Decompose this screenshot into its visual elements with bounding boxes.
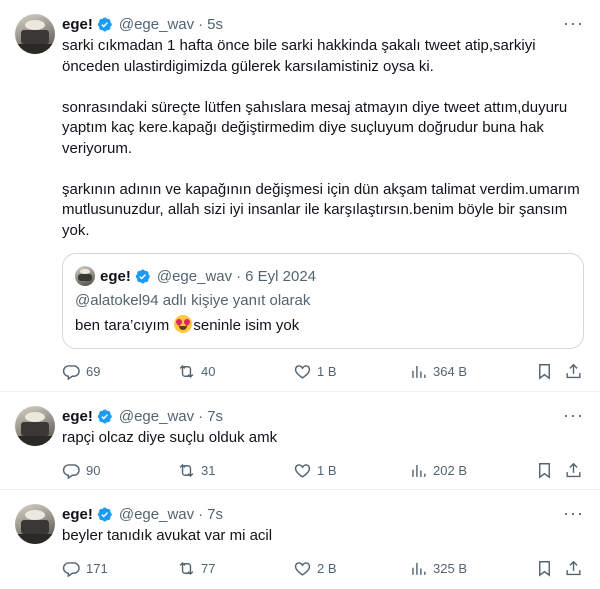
views-count: 364 B [433, 363, 467, 379]
more-icon[interactable]: ··· [563, 406, 584, 424]
quote-date: 6 Eyl 2024 [245, 267, 317, 285]
retweet-icon [179, 561, 194, 576]
verified-badge-icon [97, 507, 112, 521]
bookmark-icon [538, 363, 550, 380]
share-icon [566, 462, 581, 478]
bookmark-button[interactable] [535, 559, 564, 578]
quote-text-after: seninle isim yok [193, 317, 300, 334]
like-icon [294, 364, 311, 379]
like-button[interactable]: 2 B [293, 559, 409, 578]
share-icon [566, 363, 581, 378]
timestamp[interactable]: 7s [207, 408, 223, 425]
tweet[interactable]: ··· ege! @ege_wav · 7s rapçi olcaz diye … [0, 392, 600, 490]
verified-badge-icon [97, 409, 112, 423]
like-icon [294, 562, 311, 576]
more-icon[interactable]: ··· [563, 504, 584, 522]
quote-avatar [75, 266, 95, 286]
tweet-text: beyler tanıdık avukat var mi acil [62, 527, 273, 544]
timestamp[interactable]: 7s [207, 506, 223, 523]
reply-count: 90 [86, 463, 101, 478]
verified-badge-icon [135, 269, 150, 283]
avatar[interactable] [15, 406, 55, 446]
retweet-button[interactable]: 77 [177, 559, 293, 578]
tweet[interactable]: ··· ege! @ege_wav · 5s sarki cıkmadan 1 … [0, 0, 600, 392]
quote-header: ege! @ege_wav · 6 Eyl 2024 [75, 266, 571, 286]
retweet-icon [179, 463, 194, 478]
avatar[interactable] [15, 14, 55, 54]
separator: · [236, 267, 242, 285]
retweet-button[interactable]: 40 [177, 362, 293, 381]
share-button[interactable] [564, 461, 584, 480]
views-count: 202 B [433, 463, 467, 478]
retweet-icon [179, 364, 194, 378]
quote-display-name: ege! [100, 267, 131, 285]
retweet-button[interactable]: 31 [177, 461, 293, 480]
action-bar: 90 31 1 B 202 B [62, 457, 584, 485]
tweet-header: ege! @ege_wav · 7s [62, 406, 584, 426]
like-count: 2 B [317, 561, 337, 576]
reply-icon [62, 364, 80, 380]
more-icon[interactable]: ··· [563, 14, 584, 32]
reply-button[interactable]: 171 [62, 559, 177, 578]
share-button[interactable] [564, 559, 584, 578]
action-bar: 69 40 1 B 364 B [62, 357, 584, 385]
reply-button[interactable]: 69 [62, 362, 177, 381]
tweet-text: sarki cıkmadan 1 hafta önce bile sarki h… [62, 37, 580, 239]
verified-badge-icon [97, 17, 112, 31]
handle[interactable]: @ege_wav [119, 16, 194, 33]
reply-to-label: @alatokel94 adlı kişiye yanıt olarak [75, 292, 311, 309]
share-button[interactable] [564, 362, 584, 381]
heart-eyes-emoji-icon [174, 315, 193, 333]
views-icon [412, 562, 426, 575]
views-count: 325 B [433, 561, 467, 576]
separator: · [198, 505, 204, 523]
views-button[interactable]: 325 B [409, 559, 535, 578]
tweet[interactable]: ··· ege! @ege_wav · 7s beyler tanıdık av… [0, 490, 600, 589]
reply-icon [62, 562, 80, 578]
bookmark-button[interactable] [535, 461, 564, 480]
reply-icon [62, 464, 80, 480]
share-icon [566, 560, 581, 576]
bookmark-button[interactable] [535, 362, 564, 381]
quote-text-before: ben tara’cıyım [75, 317, 174, 334]
bookmark-icon [538, 561, 550, 577]
like-icon [294, 464, 311, 478]
reply-count: 171 [86, 561, 108, 576]
tweet-text: rapçi olcaz diye suçlu olduk amk [62, 429, 278, 446]
quote-text: ben tara’cıyım seninle isim yok [75, 315, 571, 336]
like-count: 1 B [317, 463, 337, 478]
like-button[interactable]: 1 B [293, 461, 409, 480]
views-button[interactable]: 202 B [409, 461, 535, 480]
retweet-count: 40 [201, 363, 216, 379]
like-count: 1 B [317, 363, 337, 379]
tweet-header: ege! @ege_wav · 7s [62, 504, 584, 524]
tweet-header: ege! @ege_wav · 5s [62, 14, 584, 34]
display-name[interactable]: ege! [62, 408, 93, 425]
quote-handle: @ege_wav [156, 267, 233, 285]
handle[interactable]: @ege_wav [119, 408, 194, 425]
display-name[interactable]: ege! [62, 506, 93, 523]
retweet-count: 77 [201, 561, 216, 576]
bookmark-icon [538, 463, 550, 479]
quoted-tweet[interactable]: ege! @ege_wav · 6 Eyl 2024 @alatokel94 a… [62, 253, 584, 349]
separator: · [198, 407, 204, 425]
reply-button[interactable]: 90 [62, 461, 177, 480]
views-icon [412, 365, 426, 378]
views-button[interactable]: 364 B [409, 362, 535, 381]
handle[interactable]: @ege_wav [119, 506, 194, 523]
timestamp[interactable]: 5s [207, 16, 223, 33]
views-icon [412, 464, 426, 477]
display-name[interactable]: ege! [62, 16, 93, 33]
action-bar: 171 77 2 B 325 B [62, 555, 584, 583]
avatar[interactable] [15, 504, 55, 544]
separator: · [198, 15, 204, 33]
retweet-count: 31 [201, 463, 216, 478]
reply-count: 69 [86, 363, 101, 379]
like-button[interactable]: 1 B [293, 362, 409, 381]
